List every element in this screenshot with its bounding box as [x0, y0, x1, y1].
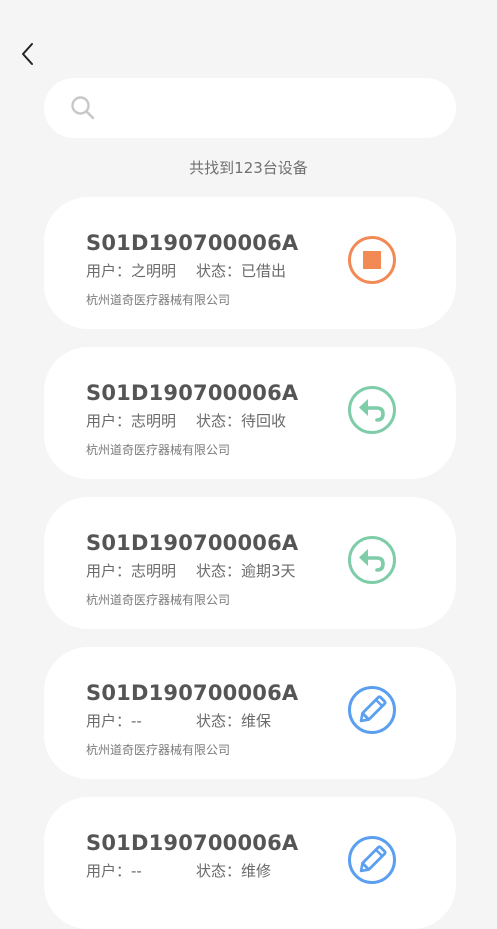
chevron-left-icon — [22, 43, 33, 65]
device-user: 用户：之明明 — [86, 262, 177, 280]
device-card[interactable]: S01D190700006A 用户：之明明 状态：已借出 杭州道奇医疗器械有限公司 — [44, 197, 456, 329]
edit-button[interactable] — [347, 835, 397, 885]
return-button[interactable] — [347, 385, 397, 435]
return-icon — [348, 536, 396, 584]
device-status: 状态：待回收 — [196, 412, 287, 430]
back-button[interactable] — [14, 40, 40, 68]
device-status: 状态：已借出 — [196, 262, 287, 280]
device-card[interactable]: S01D190700006A 用户：-- 状态：维保 杭州道奇医疗器械有限公司 — [44, 647, 456, 779]
device-status: 状态：维修 — [196, 862, 272, 880]
device-code: S01D190700006A — [86, 681, 299, 705]
device-info: 用户：志明明 状态：待回收 — [86, 410, 286, 431]
device-user: 用户：志明明 — [86, 562, 177, 580]
return-button[interactable] — [347, 535, 397, 585]
stop-icon — [348, 236, 396, 284]
device-info: 用户：志明明 状态：逾期3天 — [86, 560, 296, 581]
device-company: 杭州道奇医疗器械有限公司 — [86, 293, 231, 307]
result-count: 共找到123台设备 — [189, 159, 308, 177]
edit-icon — [348, 686, 396, 734]
search-bar[interactable] — [44, 78, 456, 138]
device-card[interactable]: S01D190700006A 用户：志明明 状态：逾期3天 杭州道奇医疗器械有限公… — [44, 497, 456, 629]
device-code: S01D190700006A — [86, 231, 299, 255]
device-user: 用户：-- — [86, 862, 142, 880]
edit-icon — [348, 836, 396, 884]
stop-button[interactable] — [347, 235, 397, 285]
device-card[interactable]: S01D190700006A 用户：志明明 状态：待回收 杭州道奇医疗器械有限公司 — [44, 347, 456, 479]
device-code: S01D190700006A — [86, 831, 299, 855]
device-info: 用户：-- 状态：维修 — [86, 860, 271, 881]
device-company: 杭州道奇医疗器械有限公司 — [86, 443, 231, 457]
return-icon — [348, 386, 396, 434]
device-card[interactable]: S01D190700006A 用户：-- 状态：维修 — [44, 797, 456, 929]
device-info: 用户：-- 状态：维保 — [86, 710, 271, 731]
device-code: S01D190700006A — [86, 381, 299, 405]
device-code: S01D190700006A — [86, 531, 299, 555]
edit-button[interactable] — [347, 685, 397, 735]
search-input[interactable] — [106, 87, 432, 129]
device-status: 状态：维保 — [196, 712, 272, 730]
device-company: 杭州道奇医疗器械有限公司 — [86, 593, 231, 607]
device-status: 状态：逾期3天 — [196, 562, 296, 580]
device-info: 用户：之明明 状态：已借出 — [86, 260, 286, 281]
device-user: 用户：-- — [86, 712, 142, 730]
search-icon — [71, 96, 95, 120]
device-company: 杭州道奇医疗器械有限公司 — [86, 743, 231, 757]
device-user: 用户：志明明 — [86, 412, 177, 430]
